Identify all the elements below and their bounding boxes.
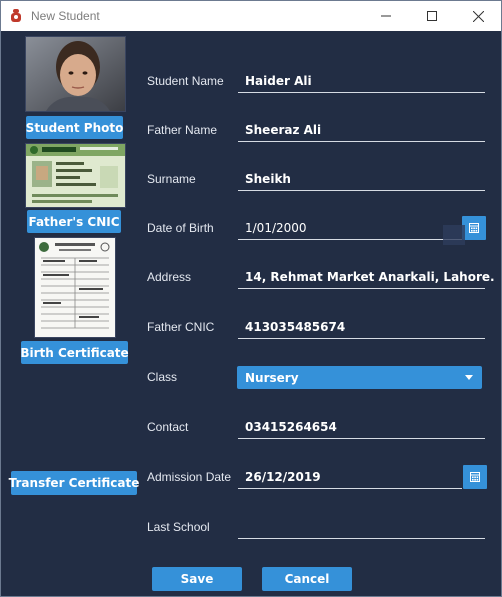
window-title: New Student	[31, 9, 100, 23]
student-name-field[interactable]: Haider Ali	[238, 70, 485, 93]
father-cnic-label: Father CNIC	[147, 320, 215, 334]
birth-certificate-button[interactable]: Birth Certificate	[20, 341, 129, 364]
chevron-down-icon	[465, 375, 473, 380]
class-label: Class	[147, 370, 178, 384]
admission-date-label: Admission Date	[147, 470, 232, 484]
calendar-icon	[470, 472, 480, 482]
close-icon	[472, 10, 484, 22]
father-cnic-field[interactable]: 413035485674	[238, 316, 485, 339]
address-value: 14, Rehmat Market Anarkali, Lahore.	[245, 270, 495, 284]
contact-field[interactable]: 03415264654	[238, 416, 485, 439]
class-value: Nursery	[245, 371, 299, 385]
popup-shadow	[443, 225, 465, 245]
father-name-field[interactable]: Sheeraz Ali	[238, 119, 485, 142]
student-photo-image[interactable]	[25, 36, 126, 112]
father-name-label: Father Name	[147, 123, 218, 137]
date-of-birth-value: 1/01/2000	[245, 221, 307, 235]
admission-date-field[interactable]: 26/12/2019	[238, 466, 462, 489]
contact-label: Contact	[147, 420, 189, 434]
date-of-birth-field[interactable]: 1/01/2000	[238, 217, 462, 240]
surname-label: Surname	[147, 172, 196, 186]
birth-certificate-image[interactable]	[34, 237, 116, 338]
minimize-button[interactable]	[363, 1, 409, 31]
new-student-window: New Student Student Photo Father's CNIC …	[0, 0, 502, 597]
father-cnic-value: 413035485674	[245, 320, 346, 334]
maximize-button[interactable]	[409, 1, 455, 31]
date-of-birth-calendar-button[interactable]	[462, 216, 486, 240]
calendar-icon	[469, 223, 479, 233]
transfer-certificate-button[interactable]: Transfer Certificate	[9, 471, 139, 495]
surname-field[interactable]: Sheikh	[238, 168, 485, 191]
cancel-button[interactable]: Cancel	[262, 567, 352, 591]
date-of-birth-label: Date of Birth	[147, 221, 214, 235]
maximize-icon	[427, 11, 437, 21]
close-button[interactable]	[455, 1, 501, 31]
class-select[interactable]: Nursery	[237, 366, 482, 389]
app-icon	[11, 9, 21, 22]
surname-value: Sheikh	[245, 172, 291, 186]
minimize-icon	[381, 15, 391, 17]
title-bar: New Student	[1, 1, 501, 31]
father-name-value: Sheeraz Ali	[245, 123, 322, 137]
contact-value: 03415264654	[245, 420, 337, 434]
student-photo-button[interactable]: Student Photo	[26, 116, 123, 139]
address-label: Address	[147, 270, 192, 284]
form-panel: Student Photo Father's CNIC Birth Certif…	[1, 31, 501, 596]
father-cnic-image[interactable]	[25, 143, 126, 208]
address-field[interactable]: 14, Rehmat Market Anarkali, Lahore.	[238, 266, 495, 289]
last-school-label: Last School	[147, 520, 210, 534]
admission-date-value: 26/12/2019	[245, 470, 321, 484]
admission-date-calendar-button[interactable]	[463, 465, 487, 489]
last-school-field[interactable]	[238, 516, 485, 539]
save-button[interactable]: Save	[152, 567, 242, 591]
father-cnic-button[interactable]: Father's CNIC	[27, 210, 121, 233]
student-name-label: Student Name	[147, 74, 224, 88]
student-name-value: Haider Ali	[245, 74, 312, 88]
